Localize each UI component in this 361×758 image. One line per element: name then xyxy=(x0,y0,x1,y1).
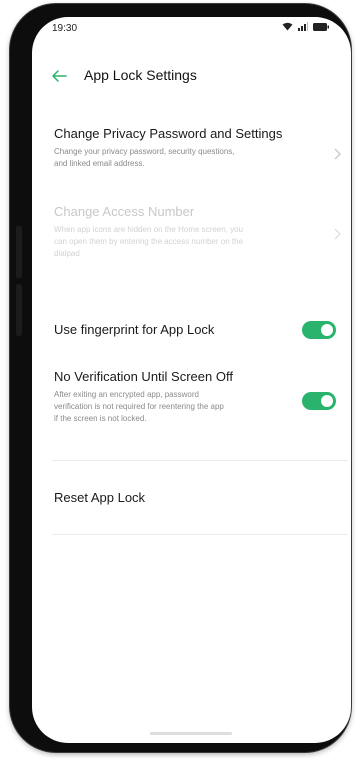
description-line: dialpad xyxy=(54,249,80,258)
page-title: App Lock Settings xyxy=(84,67,197,83)
fingerprint-title: Use fingerprint for App Lock xyxy=(54,322,215,337)
no-verification-description: After exiting an encrypted app, password… xyxy=(54,389,336,425)
description-line: can open them by entering the access num… xyxy=(54,237,244,246)
arrow-left-icon[interactable] xyxy=(50,67,68,85)
app-screen: 19:30 App Lock Settings Change Privacy P… xyxy=(32,17,351,743)
access-number-title: Change Access Number xyxy=(54,204,195,219)
volume-down-button xyxy=(16,284,22,336)
privacy-settings-row[interactable]: Change Privacy Password and Settings Cha… xyxy=(54,125,341,170)
header: App Lock Settings xyxy=(32,65,351,89)
chevron-right-icon xyxy=(334,148,341,160)
no-verification-toggle[interactable] xyxy=(302,392,336,410)
battery-icon xyxy=(313,22,329,31)
description-line: and linked email address. xyxy=(54,159,145,168)
divider xyxy=(52,534,348,535)
access-number-description: When app icons are hidden on the Home sc… xyxy=(54,224,336,260)
description-line: if the screen is not locked. xyxy=(54,414,147,423)
access-number-row: Change Access Number When app icons are … xyxy=(54,203,341,260)
toggle-knob xyxy=(321,324,333,336)
fingerprint-toggle[interactable] xyxy=(302,321,336,339)
reset-app-lock-title: Reset App Lock xyxy=(54,490,146,505)
description-line: When app icons are hidden on the Home sc… xyxy=(54,225,244,234)
chevron-right-icon xyxy=(334,228,341,240)
volume-up-button xyxy=(16,226,22,278)
status-time: 19:30 xyxy=(52,23,78,34)
status-icons xyxy=(282,22,329,31)
description-line: Change your privacy password, security q… xyxy=(54,147,235,156)
description-line: verification is not required for reenter… xyxy=(54,402,224,411)
no-verification-row: No Verification Until Screen Off After e… xyxy=(54,368,336,425)
toggle-knob xyxy=(321,395,333,407)
wifi-icon xyxy=(282,22,293,31)
no-verification-title: No Verification Until Screen Off xyxy=(54,369,233,384)
privacy-settings-title: Change Privacy Password and Settings xyxy=(54,126,283,141)
reset-app-lock-row[interactable]: Reset App Lock xyxy=(54,489,336,507)
privacy-settings-description: Change your privacy password, security q… xyxy=(54,146,336,170)
status-bar: 19:30 xyxy=(32,17,351,41)
home-indicator[interactable] xyxy=(150,732,232,735)
fingerprint-row: Use fingerprint for App Lock xyxy=(54,321,336,339)
description-line: After exiting an encrypted app, password xyxy=(54,390,199,399)
phone-frame: 19:30 App Lock Settings Change Privacy P… xyxy=(10,4,351,752)
divider xyxy=(52,460,348,461)
signal-icon xyxy=(298,22,308,31)
